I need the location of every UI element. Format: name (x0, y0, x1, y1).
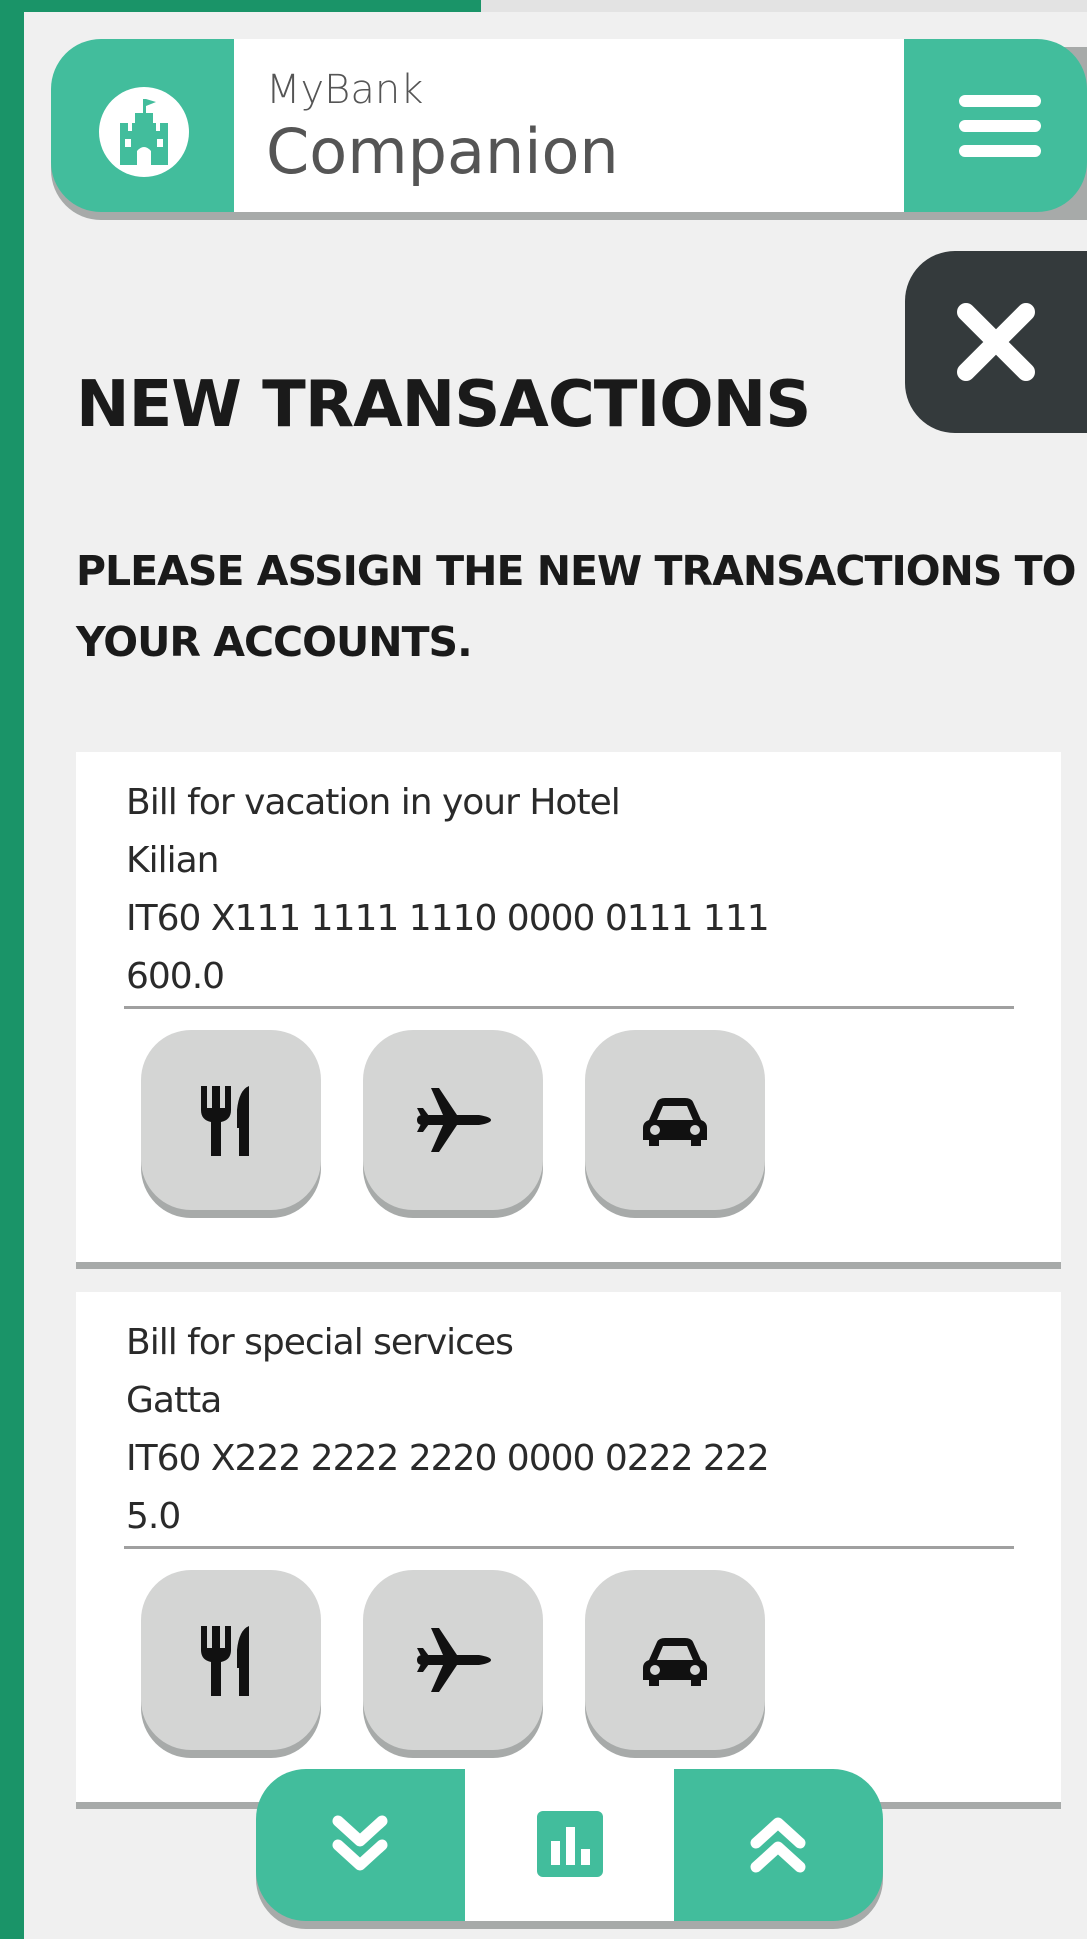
page-subtitle: PLEASE ASSIGN THE NEW TRANSACTIONS TO YO… (76, 547, 1077, 666)
car-icon (643, 1098, 707, 1146)
transaction-amount: 5.0 (126, 1496, 181, 1537)
divider (124, 1546, 1014, 1549)
airplane-icon (417, 1628, 491, 1692)
chevron-double-up-icon (750, 1817, 806, 1873)
assign-travel-button[interactable] (363, 1030, 543, 1210)
assign-car-button[interactable] (585, 1030, 765, 1210)
scroll-down-button[interactable] (256, 1769, 465, 1921)
restaurant-icon (201, 1086, 249, 1156)
transaction-description: Bill for special services (126, 1322, 514, 1363)
castle-icon (99, 87, 189, 177)
statistics-button[interactable] (465, 1769, 674, 1921)
brand-name-large: Companion (266, 115, 619, 188)
header-title: MyBank Companion (234, 39, 904, 212)
app-header: MyBank Companion (51, 39, 1087, 220)
transaction-amount: 600.0 (126, 956, 225, 997)
transaction-card: Bill for special services Gatta IT60 X22… (76, 1292, 1061, 1802)
assign-car-button[interactable] (585, 1570, 765, 1750)
transaction-iban: IT60 X222 2222 2220 0000 0222 222 (126, 1438, 770, 1479)
assign-travel-button[interactable] (363, 1570, 543, 1750)
bottom-navigation (256, 1769, 883, 1929)
scroll-up-button[interactable] (674, 1769, 883, 1921)
menu-button[interactable] (904, 39, 1087, 212)
left-edge-strip (0, 0, 24, 1939)
divider (124, 1006, 1014, 1009)
top-progress-bar (24, 0, 1087, 12)
transaction-card: Bill for vacation in your Hotel Kilian I… (76, 752, 1061, 1262)
brand-name-small: MyBank (266, 67, 424, 113)
chevron-double-down-icon (332, 1815, 388, 1871)
assign-restaurant-button[interactable] (141, 1030, 321, 1210)
assign-restaurant-button[interactable] (141, 1570, 321, 1750)
transaction-counterparty: Gatta (126, 1380, 222, 1421)
transaction-description: Bill for vacation in your Hotel (126, 782, 621, 823)
close-button[interactable] (905, 251, 1087, 433)
close-icon (957, 303, 1035, 381)
transaction-counterparty: Kilian (126, 840, 219, 881)
restaurant-icon (201, 1626, 249, 1696)
bar-chart-icon (537, 1811, 603, 1877)
top-progress-fill (24, 0, 482, 12)
airplane-icon (417, 1088, 491, 1152)
logo-button[interactable] (51, 39, 234, 212)
car-icon (643, 1638, 707, 1686)
page-title: NEW TRANSACTIONS (76, 368, 811, 442)
transaction-iban: IT60 X111 1111 1110 0000 0111 111 (126, 898, 770, 939)
